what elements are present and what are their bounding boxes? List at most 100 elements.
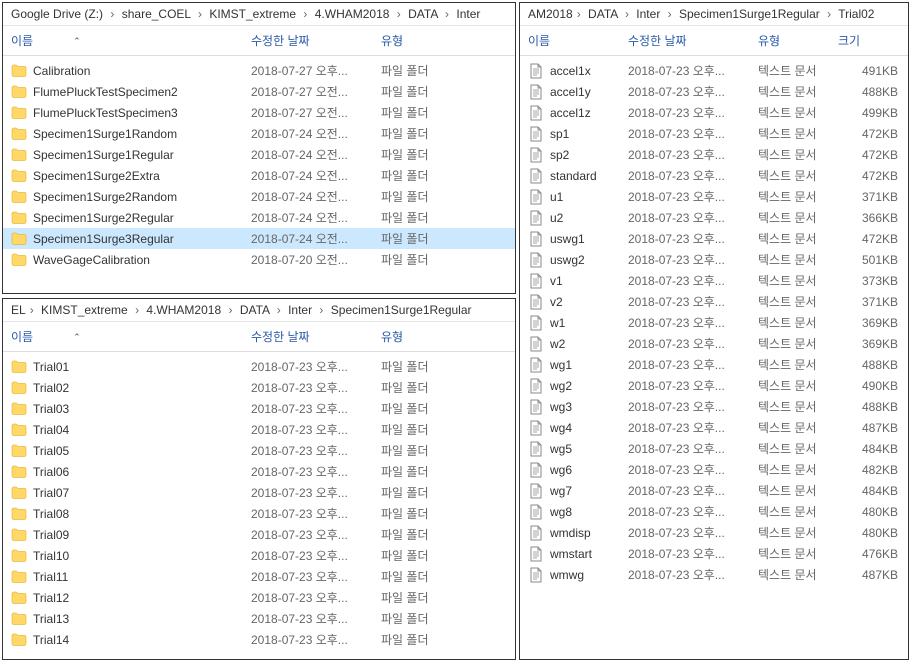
header-name[interactable]: 이름⌃ bbox=[11, 32, 251, 49]
breadcrumb-item[interactable]: DATA bbox=[408, 7, 438, 21]
list-item[interactable]: standard2018-07-23 오후...텍스트 문서472KB bbox=[520, 165, 908, 186]
breadcrumb-item[interactable]: EL bbox=[11, 303, 26, 317]
breadcrumb-item[interactable]: Specimen1Surge1Regular bbox=[679, 7, 820, 21]
list-item[interactable]: wg12018-07-23 오후...텍스트 문서488KB bbox=[520, 354, 908, 375]
list-item[interactable]: accel1x2018-07-23 오후...텍스트 문서491KB bbox=[520, 60, 908, 81]
item-size: 369KB bbox=[838, 337, 898, 351]
list-item[interactable]: Trial042018-07-23 오후...파일 폴더 bbox=[3, 419, 515, 440]
breadcrumb-item[interactable]: DATA bbox=[588, 7, 618, 21]
list-item[interactable]: Trial122018-07-23 오후...파일 폴더 bbox=[3, 587, 515, 608]
list-item[interactable]: wg72018-07-23 오후...텍스트 문서484KB bbox=[520, 480, 908, 501]
item-name: wg5 bbox=[550, 442, 628, 456]
text-file-icon bbox=[528, 483, 544, 499]
item-date: 2018-07-23 오후... bbox=[628, 314, 758, 331]
breadcrumb-item[interactable]: share_COEL bbox=[122, 7, 191, 21]
list-item[interactable]: accel1z2018-07-23 오후...텍스트 문서499KB bbox=[520, 102, 908, 123]
breadcrumb-item[interactable]: Google Drive (Z:) bbox=[11, 7, 103, 21]
list-item[interactable]: wg82018-07-23 오후...텍스트 문서480KB bbox=[520, 501, 908, 522]
header-size[interactable]: 크기 bbox=[838, 32, 898, 49]
item-size: 491KB bbox=[838, 64, 898, 78]
list-item[interactable]: Specimen1Surge1Regular2018-07-24 오전...파일… bbox=[3, 144, 515, 165]
list-item[interactable]: FlumePluckTestSpecimen22018-07-27 오전...파… bbox=[3, 81, 515, 102]
list-item[interactable]: Trial022018-07-23 오후...파일 폴더 bbox=[3, 377, 515, 398]
breadcrumb-item[interactable]: Inter bbox=[456, 7, 480, 21]
list-item[interactable]: v12018-07-23 오후...텍스트 문서373KB bbox=[520, 270, 908, 291]
breadcrumb-item[interactable]: Trial02 bbox=[838, 7, 874, 21]
list-item[interactable]: Trial142018-07-23 오후...파일 폴더 bbox=[3, 629, 515, 650]
chevron-right-icon: › bbox=[315, 303, 327, 317]
list-item[interactable]: Calibration2018-07-27 오후...파일 폴더 bbox=[3, 60, 515, 81]
item-size: 472KB bbox=[838, 127, 898, 141]
list-item[interactable]: wg22018-07-23 오후...텍스트 문서490KB bbox=[520, 375, 908, 396]
list-item[interactable]: Specimen1Surge1Random2018-07-24 오전...파일 … bbox=[3, 123, 515, 144]
list-item[interactable]: Trial072018-07-23 오후...파일 폴더 bbox=[3, 482, 515, 503]
column-headers[interactable]: 이름 수정한 날짜 유형 크기 bbox=[520, 26, 908, 56]
header-date[interactable]: 수정한 날짜 bbox=[628, 32, 758, 49]
list-item[interactable]: Specimen1Surge2Extra2018-07-24 오전...파일 폴… bbox=[3, 165, 515, 186]
list-item[interactable]: w12018-07-23 오후...텍스트 문서369KB bbox=[520, 312, 908, 333]
list-item[interactable]: wmstart2018-07-23 오후...텍스트 문서476KB bbox=[520, 543, 908, 564]
list-item[interactable]: wg62018-07-23 오후...텍스트 문서482KB bbox=[520, 459, 908, 480]
list-item[interactable]: wmwg2018-07-23 오후...텍스트 문서487KB bbox=[520, 564, 908, 585]
breadcrumb-item[interactable]: Specimen1Surge1Regular bbox=[331, 303, 472, 317]
item-size: 488KB bbox=[838, 358, 898, 372]
item-type: 텍스트 문서 bbox=[758, 461, 838, 478]
item-name: Trial04 bbox=[33, 423, 251, 437]
breadcrumb-item[interactable]: AM2018 bbox=[528, 7, 573, 21]
item-size: 472KB bbox=[838, 232, 898, 246]
breadcrumb-item[interactable]: Inter bbox=[288, 303, 312, 317]
item-type: 텍스트 문서 bbox=[758, 62, 838, 79]
item-name: wg4 bbox=[550, 421, 628, 435]
list-item[interactable]: FlumePluckTestSpecimen32018-07-27 오전...파… bbox=[3, 102, 515, 123]
list-item[interactable]: Specimen1Surge2Random2018-07-24 오전...파일 … bbox=[3, 186, 515, 207]
list-item[interactable]: wg42018-07-23 오후...텍스트 문서487KB bbox=[520, 417, 908, 438]
header-type[interactable]: 유형 bbox=[381, 328, 481, 345]
breadcrumb-item[interactable]: DATA bbox=[240, 303, 270, 317]
list-item[interactable]: Trial132018-07-23 오후...파일 폴더 bbox=[3, 608, 515, 629]
list-item[interactable]: Trial012018-07-23 오후...파일 폴더 bbox=[3, 356, 515, 377]
list-item[interactable]: Trial092018-07-23 오후...파일 폴더 bbox=[3, 524, 515, 545]
breadcrumb-item[interactable]: 4.WHAM2018 bbox=[315, 7, 390, 21]
header-name[interactable]: 이름⌃ bbox=[11, 328, 251, 345]
list-item[interactable]: wg52018-07-23 오후...텍스트 문서484KB bbox=[520, 438, 908, 459]
item-size: 487KB bbox=[838, 568, 898, 582]
breadcrumb-item[interactable]: 4.WHAM2018 bbox=[146, 303, 221, 317]
header-date[interactable]: 수정한 날짜 bbox=[251, 32, 381, 49]
header-type[interactable]: 유형 bbox=[758, 32, 838, 49]
breadcrumb[interactable]: Google Drive (Z:) › share_COEL › KIMST_e… bbox=[3, 3, 515, 26]
list-item[interactable]: sp22018-07-23 오후...텍스트 문서472KB bbox=[520, 144, 908, 165]
list-item[interactable]: wmdisp2018-07-23 오후...텍스트 문서480KB bbox=[520, 522, 908, 543]
text-file-icon bbox=[528, 525, 544, 541]
list-item[interactable]: wg32018-07-23 오후...텍스트 문서488KB bbox=[520, 396, 908, 417]
list-item[interactable]: WaveGageCalibration2018-07-20 오전...파일 폴더 bbox=[3, 249, 515, 270]
breadcrumb-item[interactable]: Inter bbox=[636, 7, 660, 21]
list-item[interactable]: Specimen1Surge3Regular2018-07-24 오전...파일… bbox=[3, 228, 515, 249]
item-size: 472KB bbox=[838, 169, 898, 183]
list-item[interactable]: u12018-07-23 오후...텍스트 문서371KB bbox=[520, 186, 908, 207]
list-item[interactable]: Trial102018-07-23 오후...파일 폴더 bbox=[3, 545, 515, 566]
item-date: 2018-07-24 오전... bbox=[251, 209, 381, 226]
header-name[interactable]: 이름 bbox=[528, 32, 628, 49]
column-headers[interactable]: 이름⌃ 수정한 날짜 유형 bbox=[3, 322, 515, 352]
list-item[interactable]: uswg12018-07-23 오후...텍스트 문서472KB bbox=[520, 228, 908, 249]
list-item[interactable]: w22018-07-23 오후...텍스트 문서369KB bbox=[520, 333, 908, 354]
list-item[interactable]: Trial062018-07-23 오후...파일 폴더 bbox=[3, 461, 515, 482]
list-item[interactable]: v22018-07-23 오후...텍스트 문서371KB bbox=[520, 291, 908, 312]
header-date[interactable]: 수정한 날짜 bbox=[251, 328, 381, 345]
breadcrumb[interactable]: EL› KIMST_extreme › 4.WHAM2018 › DATA › … bbox=[3, 299, 515, 322]
breadcrumb[interactable]: AM2018› DATA › Inter › Specimen1Surge1Re… bbox=[520, 3, 908, 26]
list-item[interactable]: accel1y2018-07-23 오후...텍스트 문서488KB bbox=[520, 81, 908, 102]
breadcrumb-item[interactable]: KIMST_extreme bbox=[209, 7, 296, 21]
list-item[interactable]: Trial032018-07-23 오후...파일 폴더 bbox=[3, 398, 515, 419]
header-type[interactable]: 유형 bbox=[381, 32, 481, 49]
list-item[interactable]: uswg22018-07-23 오후...텍스트 문서501KB bbox=[520, 249, 908, 270]
list-item[interactable]: Trial112018-07-23 오후...파일 폴더 bbox=[3, 566, 515, 587]
item-date: 2018-07-23 오후... bbox=[628, 440, 758, 457]
list-item[interactable]: Trial082018-07-23 오후...파일 폴더 bbox=[3, 503, 515, 524]
list-item[interactable]: Specimen1Surge2Regular2018-07-24 오전...파일… bbox=[3, 207, 515, 228]
list-item[interactable]: u22018-07-23 오후...텍스트 문서366KB bbox=[520, 207, 908, 228]
list-item[interactable]: Trial052018-07-23 오후...파일 폴더 bbox=[3, 440, 515, 461]
breadcrumb-item[interactable]: KIMST_extreme bbox=[41, 303, 128, 317]
list-item[interactable]: sp12018-07-23 오후...텍스트 문서472KB bbox=[520, 123, 908, 144]
column-headers[interactable]: 이름⌃ 수정한 날짜 유형 bbox=[3, 26, 515, 56]
